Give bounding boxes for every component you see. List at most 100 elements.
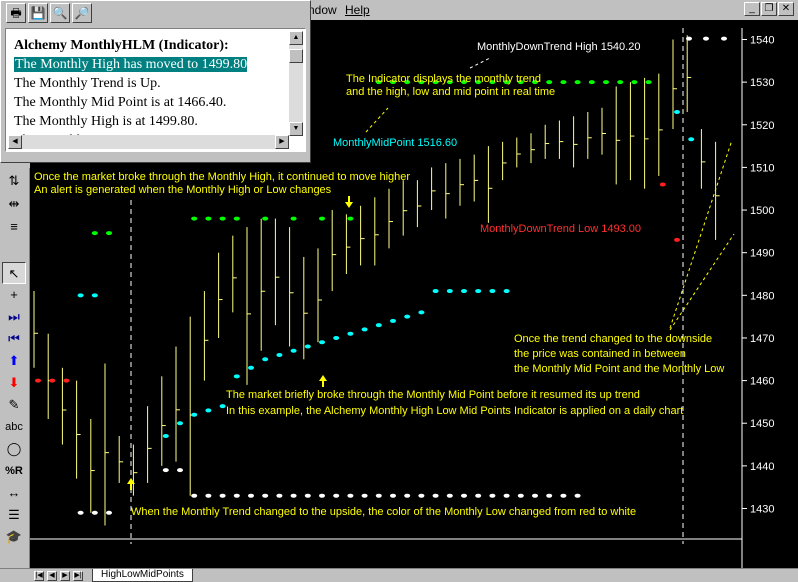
zoom-out-icon[interactable]: 🔍 [50,3,70,23]
monthly-low-dot [191,493,198,498]
monthly-mid-dot [503,289,510,294]
monthly-mid-dot [248,365,254,370]
indicator-toolbar: 🖶 💾 🔍 🔎 [6,3,92,23]
monthly-mid-dot [233,374,240,379]
monthly-low-dot [489,493,496,498]
monthly-low-dot [35,378,41,383]
pointer-icon[interactable]: ↖ [2,262,26,284]
text-tool-icon[interactable]: abc [2,416,26,438]
monthly-mid-dot [674,109,680,114]
scroll-thumb[interactable] [289,49,303,63]
monthly-high-dot [91,231,98,236]
price-tick-label: 1520 [750,120,774,132]
pencil-icon[interactable]: ✎ [2,394,26,416]
monthly-low-dot [532,493,538,498]
vertical-scrollbar[interactable]: ▲ ▼ [289,31,303,136]
lines-icon[interactable]: ≡ [2,216,26,238]
monthly-low-dot [91,510,98,515]
monthly-mid-dot [688,137,695,142]
monthly-mid-dot [446,289,453,294]
zoom-in-icon[interactable]: 🔎 [72,3,92,23]
down-arrow-marker [345,196,353,208]
monthly-mid-dot [219,404,226,409]
monthly-mid-dot [177,421,183,426]
chart-annotation-3: MonthlyMidPoint 1516.60 [333,137,457,149]
monthly-low-dot [276,493,283,498]
indicator-output-window: 🖶 💾 🔍 🔎 Alchemy MonthlyHLM (Indicator): … [0,0,311,163]
monthly-low-dot [233,493,240,498]
monthly-low-dot [319,493,325,498]
scroll-right-button[interactable]: ▶ [275,135,289,149]
monthly-low-dot [49,378,56,383]
up-arrow-icon[interactable]: ⬆ [2,350,26,372]
monthly-mid-dot [191,412,198,417]
percent-r-icon[interactable]: %R [2,460,26,482]
monthly-high-dot [347,216,354,221]
monthly-low-dot [375,493,382,498]
minimize-button[interactable]: _ [744,2,760,16]
monthly-high-dot [574,80,581,85]
monthly-low-dot [390,493,396,498]
monthly-low-dot [219,493,226,498]
restore-button[interactable]: ❐ [761,2,777,16]
horizontal-scrollbar[interactable]: ◀ ▶ [8,135,289,149]
save-icon[interactable]: 💾 [28,3,48,23]
monthly-high-dot [631,80,638,85]
monthly-mid-dot [162,434,169,439]
first-sheet-button[interactable]: |◀ [34,571,44,581]
price-tick-label: 1480 [750,290,774,302]
monthly-mid-dot [489,289,496,294]
monthly-low-dot [347,493,354,498]
chart-annotation-10: The market briefly broke through the Mon… [226,389,640,401]
close-button[interactable]: ✕ [778,2,794,16]
prev-sheet-button[interactable]: ◀ [47,571,57,581]
chart-annotation-6: MonthlyDownTrend Low 1493.00 [480,223,641,235]
list-icon[interactable]: ☰ [2,504,26,526]
next-sheet-button[interactable]: ▶ [60,571,70,581]
scroll-down-button[interactable]: ▼ [289,122,303,136]
monthly-mid-dot [475,289,482,294]
ellipse-icon[interactable]: ◯ [2,438,26,460]
scroll-up-button[interactable]: ▲ [289,31,303,45]
crosshair-icon[interactable]: + [2,284,26,306]
monthly-mid-dot [375,323,382,328]
price-tick-label: 1500 [750,205,774,217]
horizontal-scale-icon[interactable]: ⇹ [2,193,26,215]
annotation-leader [469,57,491,69]
monthly-low-dot [404,493,411,498]
menu-help[interactable]: Help [345,3,370,17]
go-start-icon[interactable]: ⏮ [2,328,26,350]
vertical-scale-icon[interactable]: ⇅ [2,170,26,192]
monthly-low-dot [674,237,680,242]
monthly-low-dot [503,493,510,498]
monthly-mid-dot [319,340,325,345]
measure-icon[interactable]: ↔ [2,482,26,504]
monthly-low-dot [177,468,183,473]
scroll-left-button[interactable]: ◀ [8,135,22,149]
go-end-icon[interactable]: ⏭ [2,306,26,328]
monthly-high-dot [617,80,624,85]
up-arrow-marker [319,375,327,387]
drawing-toolbar: ⇅ ⇹ ≡ ↖ + ⏭ ⏮ ⬆ ⬇ ✎ abc ◯ %R ↔ ☰ 🎓 [0,168,30,570]
sheet-tab-highlowmidpoints[interactable]: HighLowMidPoints [92,569,193,582]
monthly-high-dot [319,216,325,221]
last-sheet-button[interactable]: ▶| [73,571,83,581]
menu-window[interactable]: ndow [308,3,337,17]
monthly-mid-dot [205,408,212,413]
monthly-mid-dot [432,289,439,294]
downtrend-high-dot [721,36,727,41]
monthly-mid-dot [77,293,84,298]
indicator-text-area[interactable]: Alchemy MonthlyHLM (Indicator): The Mont… [5,28,306,152]
monthly-high-dot [191,216,198,221]
annotation-leader [669,233,735,331]
monthly-mid-dot [333,335,340,340]
price-axis: 1430 1440 1450 1460 1470 1480 1490 1500 1510 1520… [742,35,774,516]
monthly-low-dot [333,493,340,498]
price-tick-label: 1490 [750,248,774,260]
print-icon[interactable]: 🖶 [6,3,26,23]
monthly-high-dot [603,80,609,85]
monthly-low-dot [432,493,439,498]
monthly-low-dot [248,493,254,498]
wizard-icon[interactable]: 🎓 [2,526,26,548]
down-arrow-icon[interactable]: ⬇ [2,372,26,394]
